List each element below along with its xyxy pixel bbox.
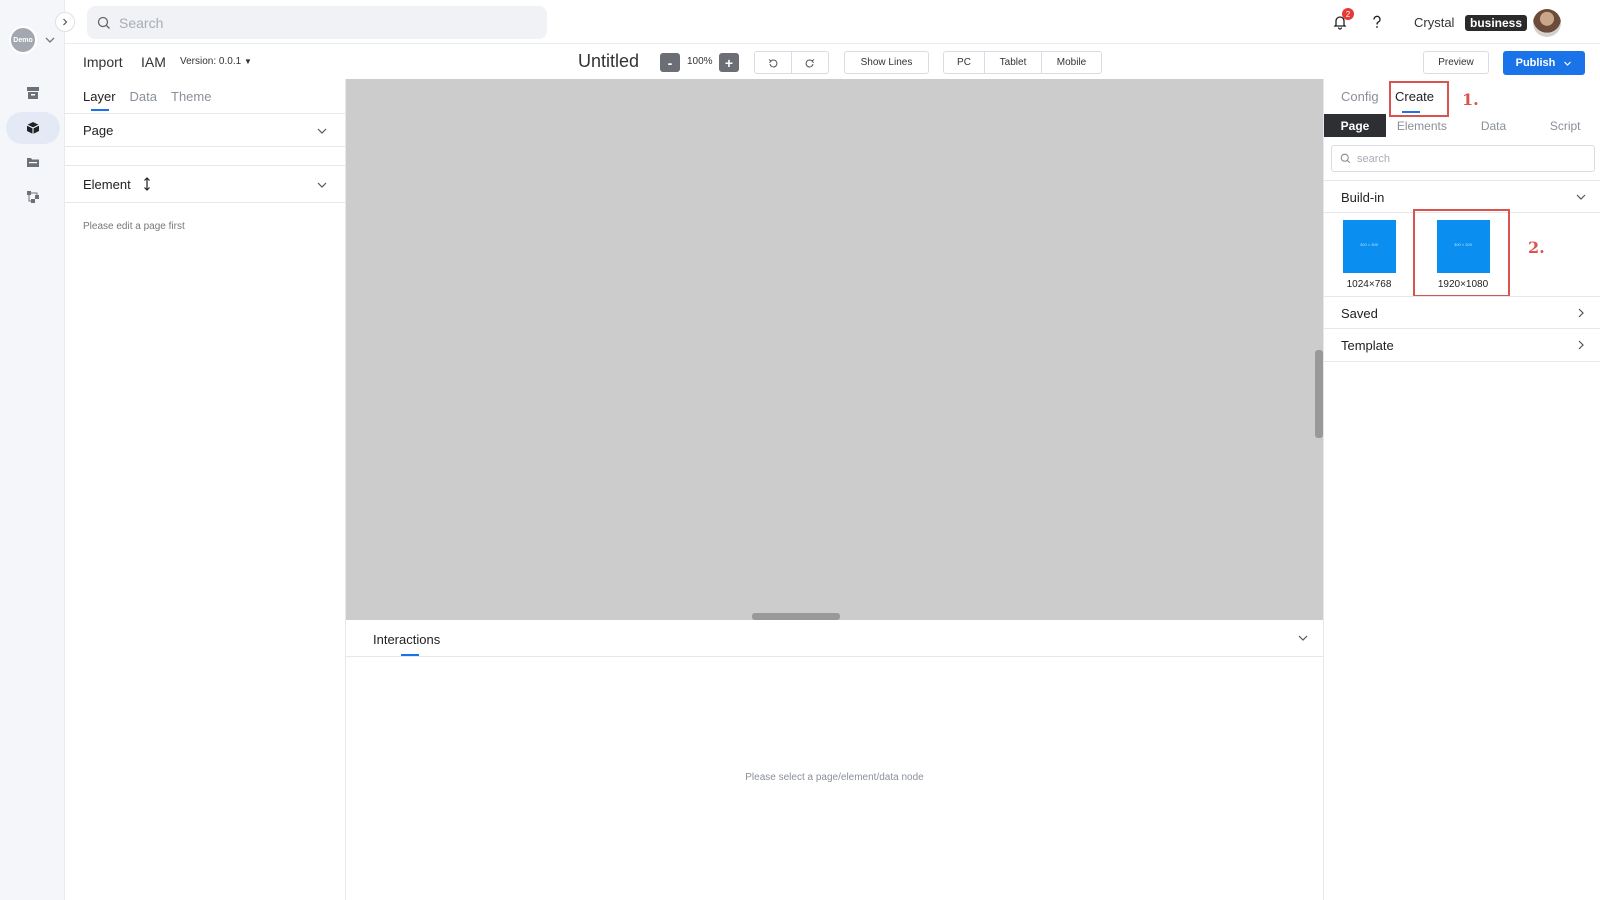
interactions-tab-indicator: [401, 654, 419, 656]
redo-button[interactable]: [792, 52, 829, 73]
device-switcher: PC Tablet Mobile: [943, 51, 1102, 74]
undo-button[interactable]: [755, 52, 792, 73]
interactions-panel: Interactions Please select a page/elemen…: [346, 620, 1323, 900]
rail-item-archive[interactable]: [6, 77, 60, 109]
editor-toolbar: Import IAM Version: 0.0.1 ▼ Untitled - 1…: [65, 44, 1600, 79]
user-avatar[interactable]: [1533, 9, 1561, 37]
template-thumb-text: 300 × 300: [1360, 242, 1378, 247]
chevron-down-icon: [317, 182, 327, 188]
chevron-right-icon: [1578, 340, 1584, 350]
zoom-in-button[interactable]: +: [719, 53, 739, 72]
template-section-header[interactable]: Template: [1324, 329, 1600, 362]
tab-data[interactable]: Data: [130, 89, 157, 104]
annotation-box-create: [1389, 81, 1449, 117]
page-section-label: Page: [83, 123, 114, 138]
chevron-down-icon[interactable]: [44, 34, 56, 46]
search-icon: [1340, 153, 1351, 164]
expand-rail-button[interactable]: [55, 12, 75, 32]
chevron-down-icon: [317, 128, 327, 134]
show-lines-button[interactable]: Show Lines: [845, 52, 928, 73]
tab-config[interactable]: Config: [1341, 89, 1379, 104]
show-lines-group: Show Lines: [844, 51, 929, 74]
flow-icon: [27, 191, 39, 203]
buildin-label: Build-in: [1341, 190, 1385, 205]
interactions-header[interactable]: Interactions: [346, 620, 1323, 657]
create-search-input[interactable]: [1357, 152, 1577, 165]
workspace-avatar[interactable]: Demo: [9, 26, 37, 54]
left-panel-tabs: Layer Data Theme: [83, 89, 211, 111]
cube-icon: [26, 122, 40, 134]
notification-badge: 2: [1342, 8, 1354, 20]
template-thumbnail: 300 × 300: [1342, 220, 1396, 273]
segment-elements[interactable]: Elements: [1386, 114, 1458, 137]
tab-layer[interactable]: Layer: [83, 89, 116, 111]
publish-button[interactable]: Publish: [1503, 51, 1585, 75]
redo-icon: [805, 58, 815, 67]
caret-down-icon: ▼: [243, 57, 252, 66]
canvas-vertical-scrollbar[interactable]: [1315, 350, 1323, 438]
empty-layer-note: Please edit a page first: [83, 221, 185, 232]
resize-vertical-icon[interactable]: [143, 177, 151, 191]
annotation-box-template: [1413, 209, 1510, 297]
chevron-down-icon: [1576, 194, 1586, 200]
template-1024x768[interactable]: 300 × 300 1024×768: [1334, 220, 1404, 290]
saved-label: Saved: [1341, 306, 1378, 321]
chevron-down-icon: [1564, 61, 1572, 66]
zoom-out-button[interactable]: -: [660, 53, 680, 72]
undo-icon: [768, 58, 778, 67]
notifications-button[interactable]: 2: [1326, 8, 1354, 36]
interactions-empty-note: Please select a page/element/data node: [745, 772, 924, 783]
left-panel: Layer Data Theme Page Element Please edi…: [65, 79, 346, 900]
interactions-title: Interactions: [373, 632, 441, 647]
publish-label: Publish: [1515, 57, 1556, 69]
folder-icon: [27, 158, 39, 167]
document-title[interactable]: Untitled: [578, 51, 639, 72]
segment-script[interactable]: Script: [1529, 114, 1600, 137]
question-icon: [1373, 15, 1381, 28]
segment-data[interactable]: Data: [1458, 114, 1530, 137]
preview-button[interactable]: Preview: [1423, 51, 1489, 74]
archive-icon: [27, 87, 39, 99]
segment-page[interactable]: Page: [1324, 114, 1386, 137]
version-label: Version: 0.0.1: [180, 56, 242, 67]
global-search-input[interactable]: [119, 14, 519, 31]
device-mobile-button[interactable]: Mobile: [1042, 52, 1101, 73]
device-pc-button[interactable]: PC: [944, 52, 985, 73]
search-icon: [97, 16, 110, 29]
chevron-right-icon: [63, 18, 68, 26]
version-select[interactable]: Version: 0.0.1 ▼: [180, 56, 252, 67]
saved-section-header[interactable]: Saved: [1324, 296, 1600, 329]
chevron-right-icon: [1578, 308, 1584, 318]
global-search[interactable]: [87, 6, 547, 39]
rail-item-files[interactable]: [6, 146, 60, 178]
tab-theme[interactable]: Theme: [171, 89, 211, 104]
template-section-label: Template: [1341, 338, 1394, 353]
create-search[interactable]: [1331, 145, 1595, 172]
help-button[interactable]: [1363, 8, 1391, 36]
rail-item-builder[interactable]: [6, 112, 60, 144]
plan-badge: business: [1465, 15, 1528, 31]
right-panel: Config Create 1. Page Elements Data Scri…: [1323, 79, 1600, 900]
app-rail: Demo: [0, 0, 65, 900]
annotation-step-2: 2.: [1528, 238, 1545, 257]
device-tablet-button[interactable]: Tablet: [985, 52, 1042, 73]
page-section-header[interactable]: Page: [65, 113, 346, 147]
history-group: [754, 51, 829, 74]
element-section-label: Element: [83, 177, 131, 192]
iam-button[interactable]: IAM: [141, 54, 166, 70]
annotation-step-1: 1.: [1462, 90, 1479, 109]
template-label: 1024×768: [1346, 279, 1392, 290]
element-section-header[interactable]: Element: [65, 165, 346, 203]
chevron-down-icon[interactable]: [1297, 632, 1309, 644]
canvas-horizontal-scrollbar[interactable]: [752, 613, 840, 620]
username: Crystal: [1414, 15, 1455, 30]
create-segment-tabs: Page Elements Data Script: [1324, 114, 1600, 137]
import-button[interactable]: Import: [83, 54, 123, 70]
zoom-level: 100%: [687, 56, 713, 67]
top-bar: 2 Crystal business: [65, 0, 1600, 44]
design-canvas[interactable]: [346, 79, 1323, 620]
rail-item-workflow[interactable]: [6, 181, 60, 213]
